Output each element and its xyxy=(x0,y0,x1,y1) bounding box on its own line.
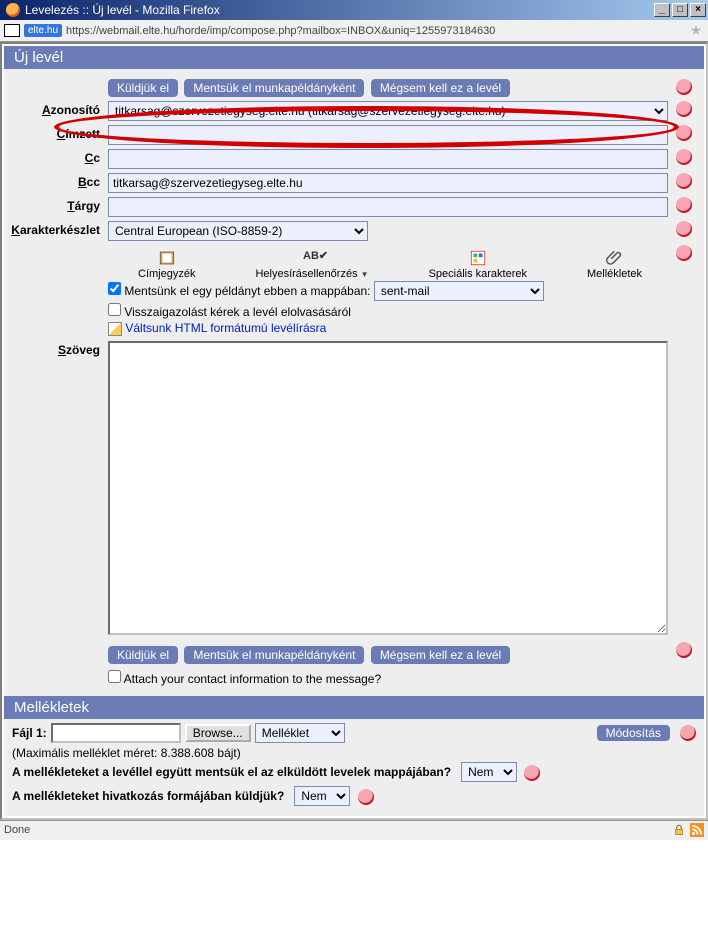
mail-icon xyxy=(4,24,20,37)
body-textarea[interactable] xyxy=(108,341,668,635)
attachments-button[interactable]: Mellékletek xyxy=(587,249,642,280)
modify-button[interactable]: Módosítás xyxy=(597,725,670,741)
read-receipt-label: Visszaigazolást kérek a levél elolvasásá… xyxy=(124,305,351,319)
edit-icon xyxy=(108,322,122,336)
cancel-button-bottom[interactable]: Mégsem kell ez a levél xyxy=(371,646,510,664)
charset-label: Karakterkészlet xyxy=(6,219,106,243)
help-icon[interactable] xyxy=(676,149,692,165)
url-text[interactable]: https://webmail.elte.hu/horde/imp/compos… xyxy=(66,25,684,37)
cancel-button[interactable]: Mégsem kell ez a levél xyxy=(371,79,510,97)
help-icon[interactable] xyxy=(680,725,696,741)
attachments-header: Mellékletek xyxy=(4,696,704,719)
site-badge: elte.hu xyxy=(24,24,62,37)
help-icon[interactable] xyxy=(676,245,692,261)
identity-label: Azonosító xyxy=(6,99,106,123)
attachment-type-select[interactable]: Melléklet xyxy=(255,723,345,743)
minimize-button[interactable]: _ xyxy=(654,3,670,17)
html-compose-link[interactable]: Váltsunk HTML formátumú levélírásra xyxy=(125,321,326,335)
addressbook-icon xyxy=(158,249,176,267)
help-icon[interactable] xyxy=(676,101,692,117)
link-attachments-select[interactable]: Nem xyxy=(294,786,350,806)
save-sent-checkbox[interactable] xyxy=(108,282,121,295)
paperclip-icon xyxy=(606,249,624,267)
help-icon[interactable] xyxy=(676,197,692,213)
addressbook-label: Címjegyzék xyxy=(138,268,195,280)
firefox-icon xyxy=(6,3,20,17)
subject-input[interactable] xyxy=(108,197,668,217)
charset-select[interactable]: Central European (ISO-8859-2) xyxy=(108,221,368,241)
send-button-bottom[interactable]: Küldjük el xyxy=(108,646,178,664)
maximize-button[interactable]: □ xyxy=(672,3,688,17)
special-chars-icon xyxy=(469,249,487,267)
address-bar: elte.hu https://webmail.elte.hu/horde/im… xyxy=(0,20,708,42)
attach-contact-checkbox[interactable] xyxy=(108,670,121,683)
help-icon[interactable] xyxy=(676,173,692,189)
help-icon[interactable] xyxy=(676,642,692,658)
page-body: Új levél Küldjük el Mentsük el munkapéld… xyxy=(0,42,708,820)
help-icon[interactable] xyxy=(676,125,692,141)
help-icon[interactable] xyxy=(676,221,692,237)
save-attachments-select[interactable]: Nem xyxy=(461,762,517,782)
status-bar: Done xyxy=(0,820,708,840)
save-draft-button-bottom[interactable]: Mentsük el munkapéldányként xyxy=(184,646,364,664)
window-titlebar: Levelezés :: Új levél - Mozilla Firefox … xyxy=(0,0,708,20)
window-title: Levelezés :: Új levél - Mozilla Firefox xyxy=(25,3,220,17)
close-button[interactable]: × xyxy=(690,3,706,17)
bookmark-star-icon[interactable]: ★ xyxy=(688,23,704,39)
attach-contact-label: Attach your contact information to the m… xyxy=(124,672,381,686)
to-label: Címzett xyxy=(6,123,106,147)
body-label: Szöveg xyxy=(6,339,106,640)
to-input[interactable] xyxy=(108,125,668,145)
save-sent-label: Mentsünk el egy példányt ebben a mappába… xyxy=(124,284,370,298)
read-receipt-checkbox[interactable] xyxy=(108,303,121,316)
spellcheck-button[interactable]: AB✔ Helyesírásellenőrzés ▼ xyxy=(255,249,368,280)
subject-label: Tárgy xyxy=(6,195,106,219)
help-icon[interactable] xyxy=(676,79,692,95)
bcc-label: Bcc xyxy=(6,171,106,195)
cc-label: Cc xyxy=(6,147,106,171)
file1-input[interactable] xyxy=(51,723,181,743)
max-size-text: (Maximális melléklet méret: 8.388.608 bá… xyxy=(12,743,696,760)
save-attachments-question: A mellékleteket a levéllel együtt mentsü… xyxy=(12,765,451,779)
spellcheck-label: Helyesírásellenőrzés xyxy=(255,268,357,280)
cc-input[interactable] xyxy=(108,149,668,169)
attachments-label: Mellékletek xyxy=(587,268,642,280)
special-chars-label: Speciális karakterek xyxy=(429,268,527,280)
spellcheck-icon: AB✔ xyxy=(303,249,321,267)
save-draft-button[interactable]: Mentsük el munkapéldányként xyxy=(184,79,364,97)
help-icon[interactable] xyxy=(524,765,540,781)
sent-folder-select[interactable]: sent-mail xyxy=(374,281,544,301)
chevron-down-icon: ▼ xyxy=(361,270,369,279)
file1-label: Fájl 1: xyxy=(12,726,47,740)
compose-header: Új levél xyxy=(4,46,704,69)
send-button[interactable]: Küldjük el xyxy=(108,79,178,97)
browse-button[interactable]: Browse... xyxy=(185,724,251,742)
special-chars-button[interactable]: Speciális karakterek xyxy=(429,249,527,280)
identity-select[interactable]: titkarsag@szervezetiegyseg.elte.hu (titk… xyxy=(108,101,668,121)
lock-icon xyxy=(672,823,686,837)
status-text: Done xyxy=(4,824,30,836)
help-icon[interactable] xyxy=(358,789,374,805)
bcc-input[interactable] xyxy=(108,173,668,193)
feed-icon[interactable] xyxy=(690,823,704,837)
link-attachments-question: A mellékleteket hivatkozás formájában kü… xyxy=(12,789,284,803)
addressbook-button[interactable]: Címjegyzék xyxy=(138,249,195,280)
